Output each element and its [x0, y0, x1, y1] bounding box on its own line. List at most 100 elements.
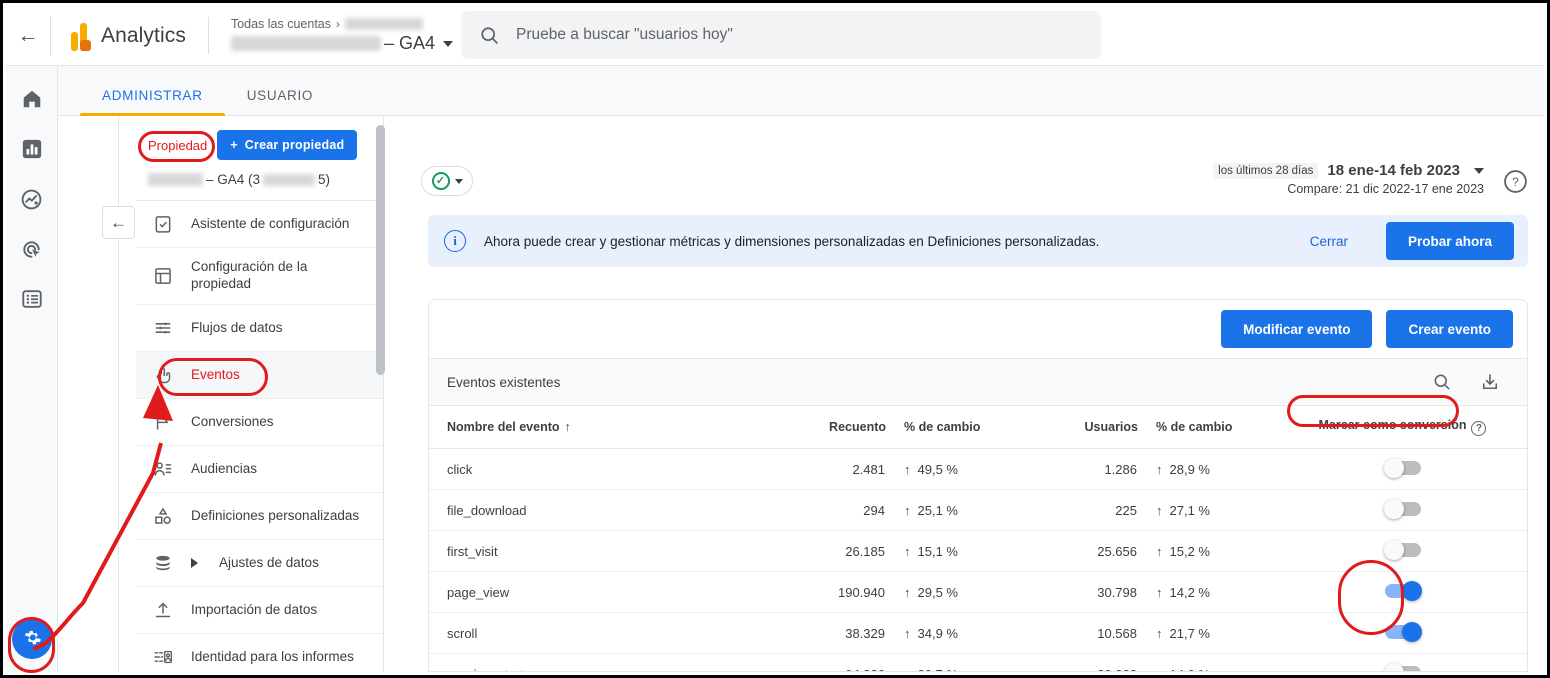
cell-conversion-toggle[interactable] — [1278, 653, 1527, 671]
svg-text:?: ? — [1512, 175, 1519, 189]
col-usuarios[interactable]: Usuarios — [1026, 406, 1138, 449]
col-recuento-cambio[interactable]: % de cambio — [886, 406, 1026, 449]
sidebar-item-advertising[interactable] — [19, 236, 45, 262]
cell-event-name[interactable]: click — [429, 448, 774, 490]
chevron-down-icon[interactable] — [442, 40, 453, 47]
help-circle-icon[interactable]: ? — [1471, 421, 1487, 436]
data-status-selector[interactable]: ✓ — [421, 166, 473, 196]
change-value: 25,1 % — [917, 502, 958, 518]
nav-asistente-de-configuracion[interactable]: Asistente de configuración — [136, 201, 383, 248]
nav-label: Definiciones personalizadas — [191, 507, 360, 523]
collapse-panel-button[interactable]: ← — [102, 206, 135, 239]
conversion-toggle[interactable] — [1383, 457, 1421, 478]
table-row[interactable]: click 2.481 ↑ 49,5 % 1.286 ↑ 28,9 % — [429, 448, 1527, 490]
chevron-down-icon[interactable] — [1474, 167, 1484, 174]
conversion-toggle[interactable] — [1384, 580, 1422, 601]
property-name-suffix: – GA4 (3 — [206, 172, 261, 187]
cell-event-name[interactable]: first_visit — [429, 530, 774, 572]
plus-icon: + — [230, 138, 238, 152]
cell-conversion-toggle[interactable] — [1278, 530, 1527, 572]
table-row[interactable]: scroll 38.329 ↑ 34,9 % 10.568 ↑ 21,7 % — [429, 612, 1527, 654]
cell-users-change: ↑ 14,2 % — [1138, 571, 1278, 613]
conversion-toggle[interactable] — [1383, 662, 1421, 671]
nav-identidad-para-los-informes[interactable]: Identidad para los informes — [136, 634, 383, 672]
cell-conversion-toggle[interactable] — [1278, 489, 1527, 531]
nav-definiciones-personalizadas[interactable]: Definiciones personalizadas — [136, 493, 383, 540]
toggle-knob — [1401, 580, 1422, 601]
cell-users-change: ↑ 21,7 % — [1138, 612, 1278, 654]
gear-button[interactable] — [12, 619, 52, 659]
cell-conversion-toggle[interactable] — [1278, 571, 1527, 613]
banner-cta-button[interactable]: Probar ahora — [1385, 222, 1514, 260]
card-subheader: Eventos existentes — [429, 358, 1527, 406]
conversion-toggle[interactable] — [1384, 621, 1422, 642]
nav-conversiones[interactable]: Conversiones — [136, 399, 383, 446]
nav-eventos[interactable]: Eventos — [136, 352, 383, 399]
breadcrumb-root[interactable]: Todas las cuentas — [231, 17, 331, 31]
date-range-selector[interactable]: los últimos 28 días 18 ene-14 feb 2023 C… — [1213, 162, 1484, 196]
settings-admin-button[interactable] — [10, 617, 54, 661]
cell-event-name[interactable]: file_download — [429, 489, 774, 531]
cell-conversion-toggle[interactable] — [1278, 448, 1527, 490]
change-value: 29,5 % — [917, 584, 958, 600]
table-search-button[interactable] — [1427, 367, 1457, 397]
conversion-toggle[interactable] — [1383, 539, 1421, 560]
tab-usuario[interactable]: USUARIO — [225, 88, 335, 115]
change-value: 21,7 % — [1169, 625, 1210, 641]
expand-triangle-icon[interactable] — [191, 558, 198, 568]
cell-event-name[interactable]: session_start — [429, 653, 774, 671]
change-value: 20,7 % — [918, 667, 958, 672]
account-switcher[interactable]: Todas las cuentas › – GA4 — [207, 17, 453, 54]
col-usuarios-cambio[interactable]: % de cambio — [1138, 406, 1278, 449]
nav-audiencias[interactable]: Audiencias — [136, 446, 383, 493]
sidebar-item-explore[interactable] — [19, 186, 45, 212]
nav-ajustes-de-datos[interactable]: Ajustes de datos — [136, 540, 383, 587]
back-arrow-icon[interactable]: ← — [6, 24, 50, 48]
search-input[interactable]: Pruebe a buscar "usuarios hoy" — [461, 11, 1101, 59]
property-selector[interactable]: – GA4 — [230, 33, 453, 54]
cell-conversion-toggle[interactable] — [1278, 612, 1527, 654]
table-row[interactable]: first_visit 26.185 ↑ 15,1 % 25.656 ↑ 15,2 % — [429, 530, 1527, 572]
existing-events-title: Eventos existentes — [447, 374, 561, 390]
nav-flujos-de-datos[interactable]: Flujos de datos — [136, 305, 383, 352]
download-icon — [1482, 374, 1498, 390]
cell-event-name[interactable]: page_view — [429, 571, 774, 613]
card-action-bar: Modificar evento Crear evento — [429, 300, 1527, 358]
date-range-value[interactable]: 18 ene-14 feb 2023 — [1327, 162, 1460, 179]
col-recuento[interactable]: Recuento — [774, 406, 886, 449]
change-value: 27,1 % — [1169, 502, 1210, 518]
tab-administrar[interactable]: ADMINISTRAR — [80, 88, 225, 116]
create-event-button[interactable]: Crear evento — [1386, 310, 1513, 348]
chevron-down-icon[interactable] — [454, 178, 463, 184]
table-row[interactable]: file_download 294 ↑ 25,1 % 225 ↑ 27,1 % — [429, 489, 1527, 531]
banner-close-link[interactable]: Cerrar — [1310, 234, 1348, 249]
advertising-target-icon — [23, 240, 40, 258]
property-id-redacted — [263, 173, 316, 186]
table-download-button[interactable] — [1475, 367, 1505, 397]
help-button[interactable]: ? — [1502, 168, 1528, 194]
arrow-up-icon: ↑ — [1156, 584, 1163, 600]
table-row[interactable]: session_start94.836 ↑ 20,7 % 30.823 ↑ 14,0 % — [429, 653, 1527, 672]
property-panel-scrollbar[interactable] — [376, 125, 385, 375]
cell-count: 294 — [774, 489, 886, 531]
col-nombre-del-evento[interactable]: Nombre del evento ↑ — [429, 406, 774, 449]
sidebar-item-home[interactable] — [19, 86, 45, 112]
conversion-toggle[interactable] — [1383, 498, 1421, 519]
sidebar-item-library[interactable] — [19, 286, 45, 312]
create-property-button[interactable]: + Crear propiedad — [217, 130, 358, 160]
divider — [50, 15, 51, 56]
flag-icon — [152, 411, 174, 433]
col-marcar-como-conversion[interactable]: Marcar como conversión? — [1278, 406, 1527, 449]
property-panel-header: Propiedad + Crear propiedad — [136, 116, 383, 168]
modify-event-button[interactable]: Modificar evento — [1221, 310, 1373, 348]
sidebar-item-reports[interactable] — [19, 136, 45, 162]
nav-importacion-de-datos[interactable]: Importación de datos — [136, 587, 383, 634]
clipboard-check-icon — [152, 213, 174, 235]
table-row[interactable]: page_view 190.940 ↑ 29,5 % 30.798 ↑ 14,2 % — [429, 571, 1527, 613]
nav-configuracion-de-la-propiedad[interactable]: Configuración de la propiedad — [136, 248, 383, 305]
breadcrumb[interactable]: Todas las cuentas › — [231, 17, 453, 31]
arrow-up-icon: ↑ — [1156, 667, 1163, 672]
toggle-knob — [1383, 498, 1404, 519]
cell-count-change: ↑ 25,1 % — [886, 489, 1026, 531]
cell-event-name[interactable]: scroll — [429, 612, 774, 654]
